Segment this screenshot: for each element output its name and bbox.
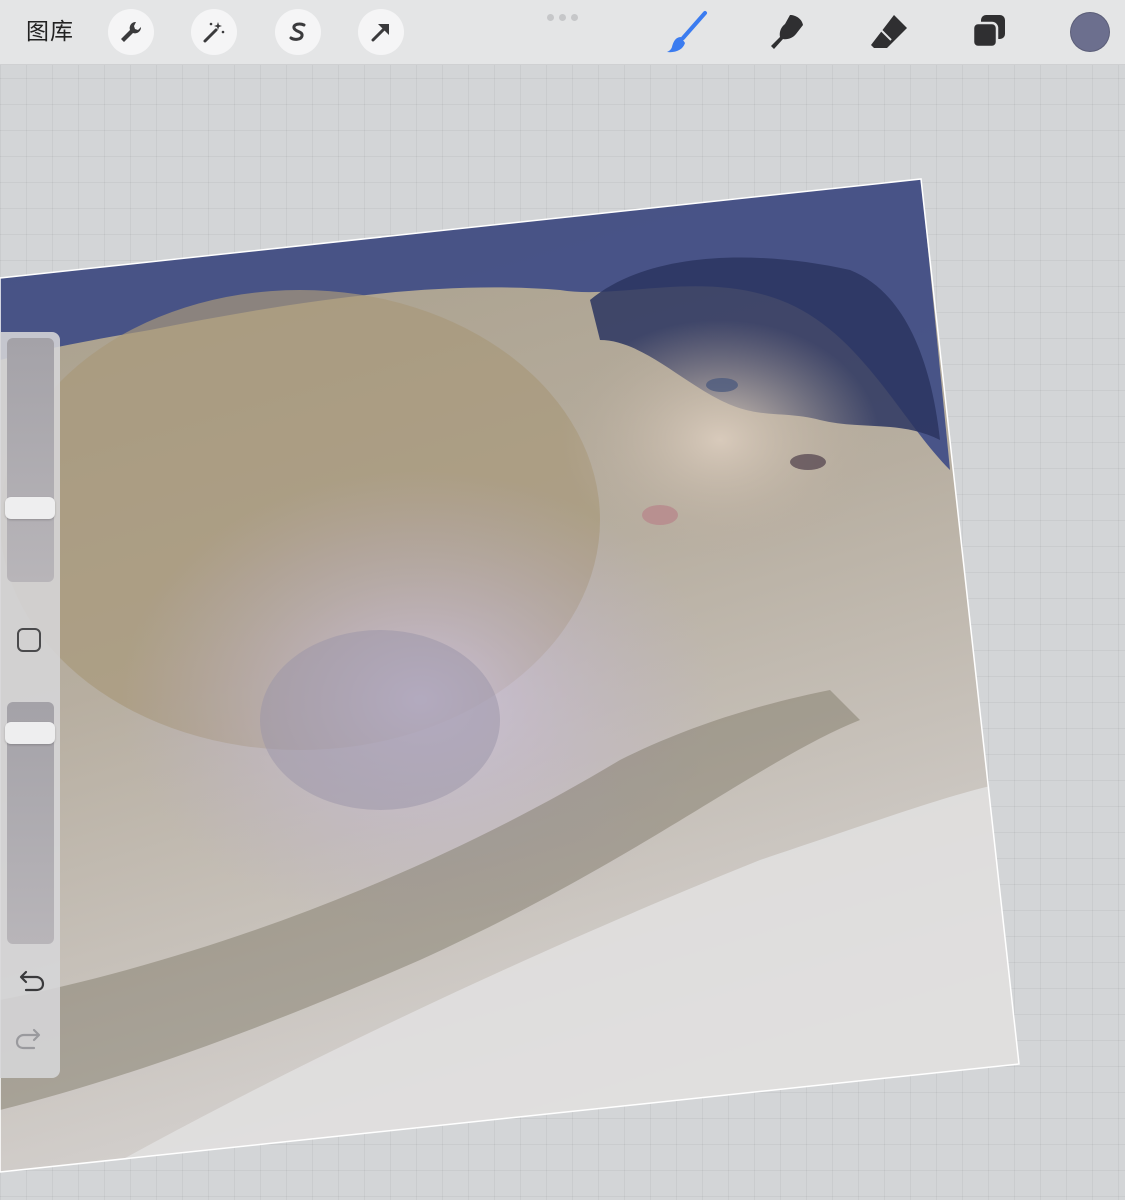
modify-button[interactable] [17, 628, 41, 652]
brush-icon [667, 11, 707, 53]
actions-button[interactable] [108, 9, 154, 55]
gallery-button[interactable]: 图库 [26, 14, 74, 50]
layers-icon [971, 15, 1005, 49]
brush-size-knob[interactable] [5, 497, 55, 519]
transform-button[interactable] [358, 9, 404, 55]
adjustments-button[interactable] [191, 9, 237, 55]
brush-button[interactable] [665, 10, 709, 54]
color-picker-button[interactable] [1070, 12, 1110, 52]
grabber-dot [547, 14, 554, 21]
painting [0, 179, 1019, 1172]
toolbar-grabber[interactable] [547, 14, 578, 21]
opacity-slider[interactable] [5, 702, 55, 944]
canvas-area[interactable] [0, 0, 1125, 1200]
smudge-icon [771, 15, 803, 49]
redo-icon[interactable] [14, 1026, 46, 1054]
layers-button[interactable] [967, 10, 1011, 54]
brush-size-slider[interactable] [5, 338, 55, 582]
undo-icon[interactable] [14, 968, 46, 996]
grabber-dot [559, 14, 566, 21]
eraser-button[interactable] [867, 10, 911, 54]
wrench-icon [121, 21, 142, 42]
smudge-button[interactable] [766, 10, 810, 54]
left-sidebar [0, 332, 60, 1078]
arrow-icon [371, 24, 389, 42]
eraser-icon [871, 15, 907, 48]
top-toolbar: 图库 [0, 0, 1125, 65]
selection-button[interactable] [275, 9, 321, 55]
magic-wand-icon [203, 22, 225, 43]
grabber-dot [571, 14, 578, 21]
selection-s-icon [289, 22, 306, 41]
opacity-knob[interactable] [5, 722, 55, 744]
artwork-canvas[interactable] [0, 0, 1125, 1200]
